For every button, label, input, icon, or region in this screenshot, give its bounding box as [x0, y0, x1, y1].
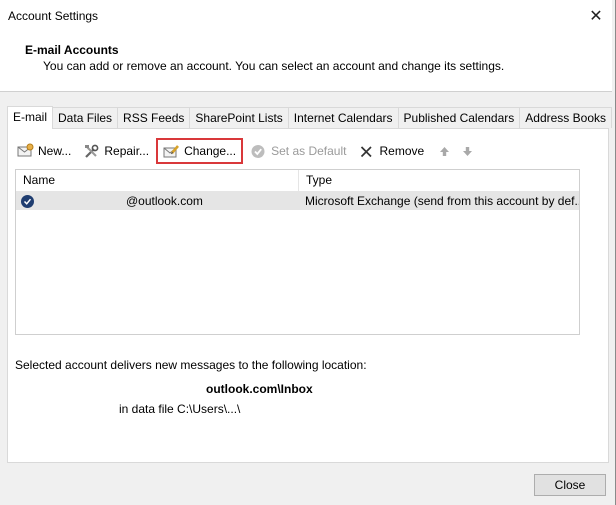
- tab-sharepoint-lists[interactable]: SharePoint Lists: [189, 107, 289, 128]
- move-down-button[interactable]: [456, 140, 479, 162]
- change-button[interactable]: Change...: [156, 138, 244, 164]
- account-toolbar: New... Repair... Change... Set as Defaul…: [14, 138, 485, 164]
- delivery-folder: outlook.com\Inbox: [206, 382, 313, 396]
- tab-strip: E-mail Data Files RSS Feeds SharePoint L…: [7, 106, 612, 129]
- default-account-icon: [21, 194, 34, 208]
- move-up-button[interactable]: [433, 140, 456, 162]
- new-button[interactable]: New...: [14, 140, 74, 162]
- email-tab-panel: New... Repair... Change... Set as Defaul…: [7, 128, 609, 463]
- tab-internet-calendars[interactable]: Internet Calendars: [287, 107, 399, 128]
- tab-rss-feeds[interactable]: RSS Feeds: [117, 107, 191, 128]
- tab-email[interactable]: E-mail: [7, 106, 54, 129]
- remove-x-icon: [358, 143, 375, 160]
- new-button-label: New...: [38, 144, 72, 158]
- title-bar: Account Settings ✕: [0, 0, 612, 31]
- delivery-location-label: Selected account delivers new messages t…: [15, 358, 367, 372]
- dialog-header: E-mail Accounts You can add or remove an…: [0, 31, 612, 92]
- account-settings-dialog: Account Settings ✕ E-mail Accounts You c…: [0, 0, 616, 505]
- arrow-up-icon: [436, 143, 453, 160]
- repair-button-label: Repair...: [104, 144, 150, 158]
- change-button-label: Change...: [184, 144, 237, 158]
- new-account-icon: [17, 143, 34, 160]
- repair-button[interactable]: Repair...: [80, 140, 152, 162]
- remove-button-label: Remove: [379, 144, 425, 158]
- column-header-name[interactable]: Name: [16, 170, 299, 191]
- accounts-list: Name Type @outlook.com Microsoft Exchang…: [15, 169, 580, 335]
- tools-icon: [83, 143, 100, 160]
- set-default-button-label: Set as Default: [271, 144, 347, 158]
- header-title: E-mail Accounts: [25, 43, 119, 57]
- account-type-cell: Microsoft Exchange (send from this accou…: [305, 194, 579, 208]
- window-title: Account Settings: [8, 9, 99, 23]
- tab-address-books[interactable]: Address Books: [519, 107, 612, 128]
- tab-published-calendars[interactable]: Published Calendars: [397, 107, 521, 128]
- check-circle-icon: [250, 143, 267, 160]
- change-account-icon: [163, 143, 180, 160]
- tab-data-files[interactable]: Data Files: [52, 107, 119, 128]
- account-name-cell: @outlook.com: [16, 192, 299, 210]
- arrow-down-icon: [459, 143, 476, 160]
- close-button[interactable]: Close: [534, 474, 606, 496]
- list-header: Name Type: [16, 170, 579, 192]
- remove-button[interactable]: Remove: [355, 140, 427, 162]
- header-subtitle: You can add or remove an account. You ca…: [43, 59, 505, 73]
- column-header-type[interactable]: Type: [299, 170, 579, 191]
- close-icon[interactable]: ✕: [584, 4, 608, 28]
- account-email: @outlook.com: [126, 194, 203, 208]
- set-default-button[interactable]: Set as Default: [247, 140, 349, 162]
- table-row[interactable]: @outlook.com Microsoft Exchange (send fr…: [16, 192, 579, 210]
- data-file-path: in data file C:\Users\...\: [119, 402, 241, 416]
